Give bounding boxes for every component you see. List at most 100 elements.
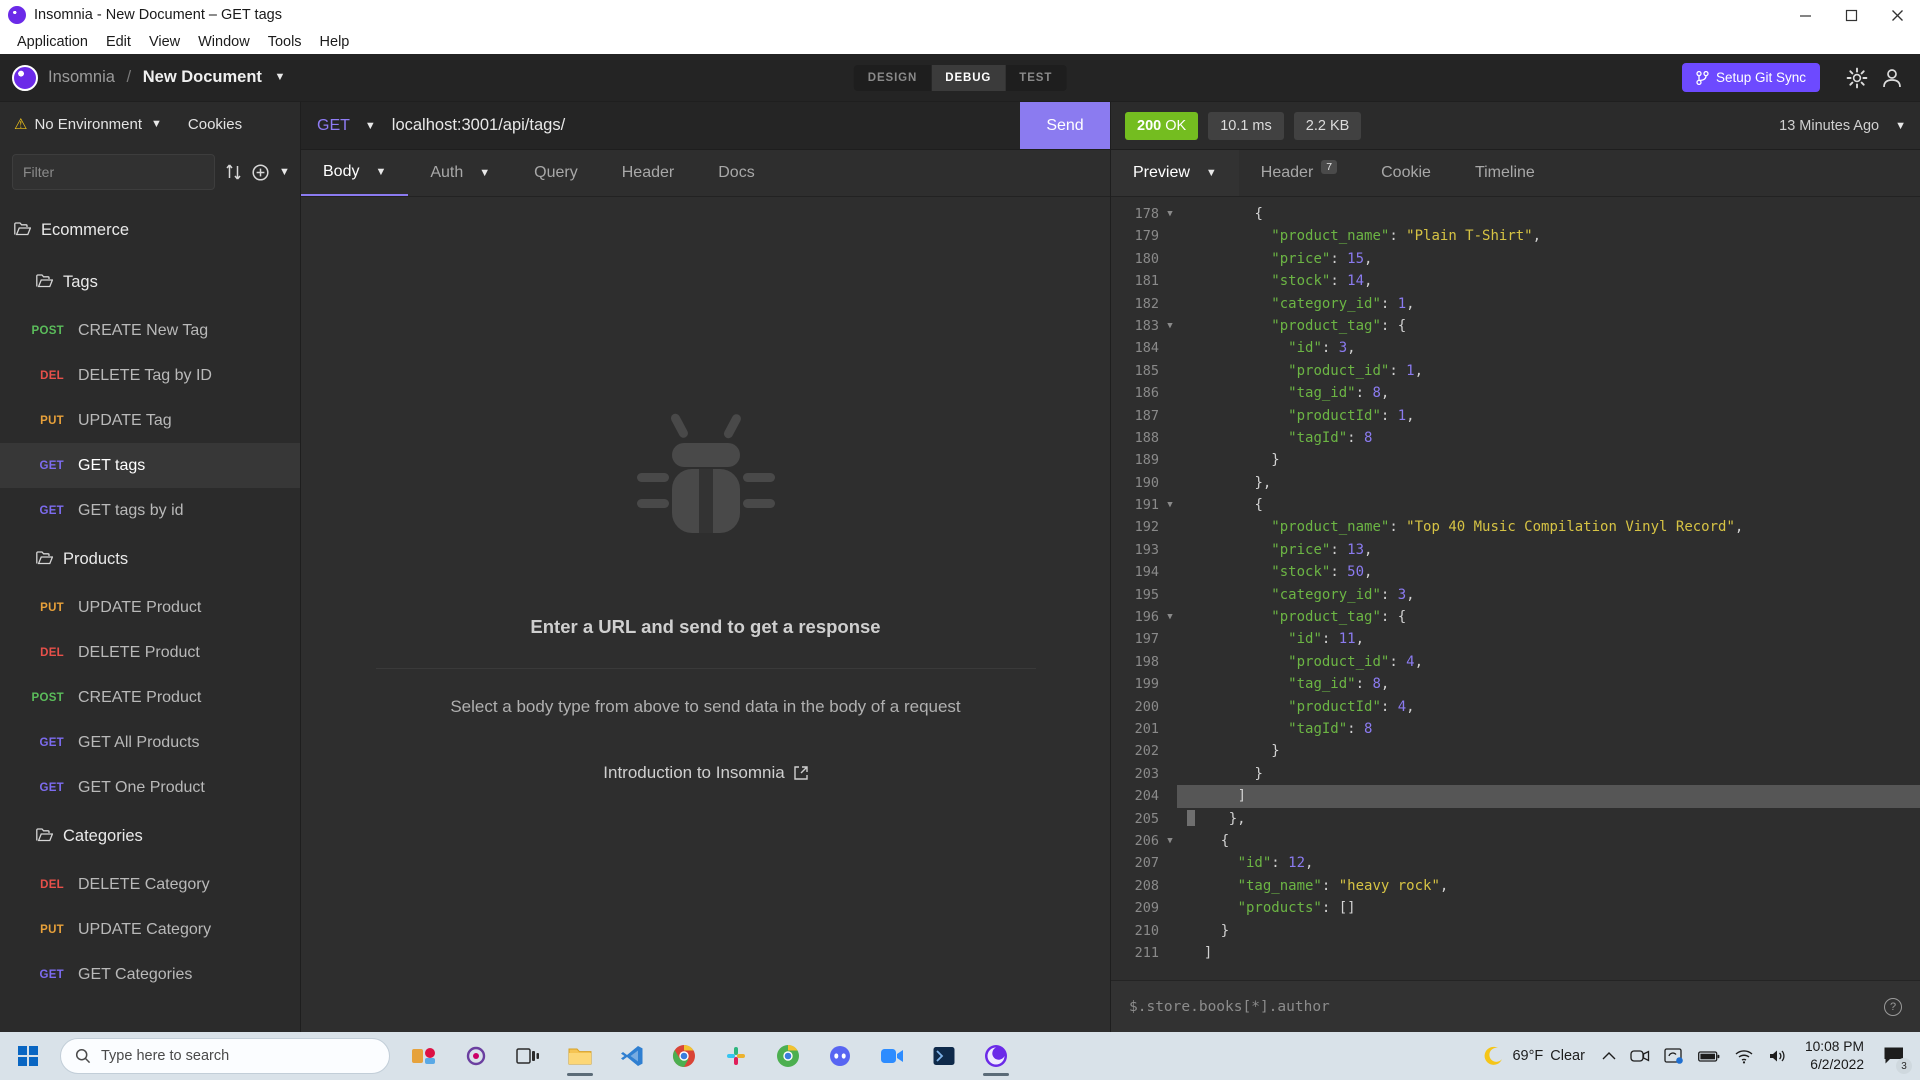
response-history-selector[interactable]: 13 Minutes Ago ▼ bbox=[1779, 118, 1906, 134]
breadcrumb-document[interactable]: New Document bbox=[143, 68, 262, 86]
url-bar: GET ▼ localhost:3001/api/tags/ Send bbox=[301, 102, 1110, 150]
sidebar-request-item[interactable]: PUT UPDATE Product bbox=[0, 585, 300, 630]
menu-item-edit[interactable]: Edit bbox=[97, 30, 140, 54]
sidebar-request-item[interactable]: GET GET Categories bbox=[0, 952, 300, 997]
tab-preview-label: Preview bbox=[1133, 164, 1190, 181]
chrome-icon[interactable] bbox=[660, 1034, 708, 1078]
menu-item-help[interactable]: Help bbox=[311, 30, 359, 54]
status-badge[interactable]: 200 OK bbox=[1125, 111, 1199, 140]
fold-toggle-icon[interactable]: ▼ bbox=[1163, 494, 1177, 516]
vscode-icon[interactable] bbox=[608, 1034, 656, 1078]
camera-icon[interactable] bbox=[1623, 1032, 1657, 1080]
intro-link[interactable]: Introduction to Insomnia bbox=[603, 762, 808, 783]
response-body-viewer[interactable]: 178 ▼ {179 "product_name": "Plain T-Shirt… bbox=[1111, 197, 1920, 980]
request-name-label: DELETE Category bbox=[78, 875, 210, 893]
tab-cookie[interactable]: Cookie bbox=[1359, 150, 1453, 196]
setup-git-sync-button[interactable]: Setup Git Sync bbox=[1681, 63, 1820, 92]
file-explorer-icon[interactable] bbox=[556, 1034, 604, 1078]
tab-design[interactable]: DESIGN bbox=[854, 65, 932, 91]
fold-toggle-icon[interactable]: ▼ bbox=[1163, 606, 1177, 628]
discord-icon[interactable] bbox=[816, 1034, 864, 1078]
chevron-down-icon: ▼ bbox=[1895, 119, 1906, 132]
tab-header[interactable]: Header bbox=[600, 150, 696, 196]
tab-test[interactable]: TEST bbox=[1005, 65, 1066, 91]
weather-widget[interactable]: 69°F Clear bbox=[1483, 1045, 1594, 1067]
notification-center-button[interactable]: 3 bbox=[1874, 1032, 1914, 1080]
taskbar-search-box[interactable]: Type here to search bbox=[60, 1038, 390, 1074]
sidebar-request-item[interactable]: GET GET tags by id bbox=[0, 488, 300, 533]
jsonpath-filter-input[interactable]: $.store.books[*].author bbox=[1129, 999, 1884, 1015]
response-size[interactable]: 2.2 KB bbox=[1293, 111, 1362, 140]
intro-link-label: Introduction to Insomnia bbox=[603, 762, 785, 782]
header-count-badge: 7 bbox=[1321, 160, 1338, 174]
tab-docs[interactable]: Docs bbox=[696, 150, 776, 196]
tab-debug[interactable]: DEBUG bbox=[931, 64, 1006, 91]
menu-item-application[interactable]: Application bbox=[8, 30, 97, 54]
slack-icon[interactable] bbox=[712, 1034, 760, 1078]
sidebar-request-item[interactable]: DEL DELETE Product bbox=[0, 630, 300, 675]
widget-icon[interactable] bbox=[400, 1034, 448, 1078]
zoom-icon[interactable] bbox=[868, 1034, 916, 1078]
fold-toggle-icon[interactable]: ▼ bbox=[1163, 203, 1177, 225]
close-button[interactable] bbox=[1874, 0, 1920, 30]
line-number: 196 bbox=[1134, 609, 1159, 626]
menu-item-tools[interactable]: Tools bbox=[259, 30, 311, 54]
folder-products[interactable]: Products bbox=[0, 533, 300, 585]
code-line: 193 "price": 13, bbox=[1111, 539, 1920, 561]
code-line: 186 "tag_id": 8, bbox=[1111, 382, 1920, 404]
tab-query[interactable]: Query bbox=[512, 150, 600, 196]
wifi-icon[interactable] bbox=[1727, 1032, 1761, 1080]
menu-item-window[interactable]: Window bbox=[189, 30, 259, 54]
line-number: 211 bbox=[1134, 944, 1159, 961]
question-icon[interactable]: ? bbox=[1884, 997, 1902, 1016]
search-input[interactable] bbox=[12, 154, 215, 190]
chevron-down-icon[interactable]: ▼ bbox=[275, 71, 286, 83]
sidebar-request-item[interactable]: GET GET tags bbox=[0, 443, 300, 488]
account-button[interactable] bbox=[1878, 54, 1920, 102]
tab-body[interactable]: Body ▼ bbox=[301, 150, 409, 196]
chrome-canary-icon[interactable] bbox=[764, 1034, 812, 1078]
tab-timeline[interactable]: Timeline bbox=[1453, 150, 1557, 196]
settings-button[interactable] bbox=[1836, 54, 1878, 102]
tab-preview[interactable]: Preview ▼ bbox=[1111, 150, 1239, 196]
tab-response-header[interactable]: Header 7 bbox=[1239, 150, 1359, 196]
onedrive-icon[interactable] bbox=[1657, 1032, 1691, 1080]
taskbar-clock[interactable]: 10:08 PM 6/2/2022 bbox=[1795, 1038, 1874, 1074]
url-input[interactable]: localhost:3001/api/tags/ bbox=[392, 102, 1020, 149]
sidebar-request-item[interactable]: DEL DELETE Tag by ID bbox=[0, 353, 300, 398]
sidebar-request-item[interactable]: POST CREATE Product bbox=[0, 675, 300, 720]
response-time[interactable]: 10.1 ms bbox=[1208, 111, 1284, 140]
line-number: 186 bbox=[1134, 385, 1159, 402]
sidebar-request-item[interactable]: GET GET All Products bbox=[0, 720, 300, 765]
sidebar-request-item[interactable]: POST CREATE New Tag bbox=[0, 308, 300, 353]
menu-item-view[interactable]: View bbox=[140, 30, 189, 54]
folder-categories[interactable]: Categories bbox=[0, 810, 300, 862]
sidebar-request-item[interactable]: DEL DELETE Category bbox=[0, 862, 300, 907]
folder-ecommerce[interactable]: Ecommerce bbox=[0, 204, 300, 256]
environment-selector[interactable]: ⚠ No Environment ▼ bbox=[14, 116, 162, 133]
battery-icon[interactable] bbox=[1691, 1032, 1727, 1080]
sidebar-request-item[interactable]: PUT UPDATE Category bbox=[0, 907, 300, 952]
task-view-icon[interactable] bbox=[504, 1034, 552, 1078]
add-request-button[interactable]: ▼ bbox=[252, 163, 290, 181]
fold-toggle-icon[interactable]: ▼ bbox=[1163, 830, 1177, 852]
start-button[interactable] bbox=[0, 1032, 56, 1080]
sidebar-request-item[interactable]: PUT UPDATE Tag bbox=[0, 398, 300, 443]
volume-icon[interactable] bbox=[1761, 1032, 1795, 1080]
tab-auth[interactable]: Auth ▼ bbox=[408, 150, 512, 196]
fold-toggle-icon[interactable]: ▼ bbox=[1163, 315, 1177, 337]
minimize-button[interactable] bbox=[1782, 0, 1828, 30]
code-line: 203 } bbox=[1111, 763, 1920, 785]
terminal-icon[interactable] bbox=[920, 1034, 968, 1078]
method-selector[interactable]: GET ▼ bbox=[301, 102, 392, 149]
folder-tags[interactable]: Tags bbox=[0, 256, 300, 308]
cortana-icon[interactable] bbox=[452, 1034, 500, 1078]
send-button[interactable]: Send bbox=[1020, 102, 1110, 149]
cookies-button[interactable]: Cookies bbox=[188, 116, 242, 133]
chevron-up-icon[interactable] bbox=[1595, 1032, 1623, 1080]
maximize-button[interactable] bbox=[1828, 0, 1874, 30]
code-line: 184 "id": 3, bbox=[1111, 337, 1920, 359]
sort-icon[interactable] bbox=[225, 163, 242, 181]
sidebar-request-item[interactable]: GET GET One Product bbox=[0, 765, 300, 810]
insomnia-icon[interactable] bbox=[972, 1034, 1020, 1078]
